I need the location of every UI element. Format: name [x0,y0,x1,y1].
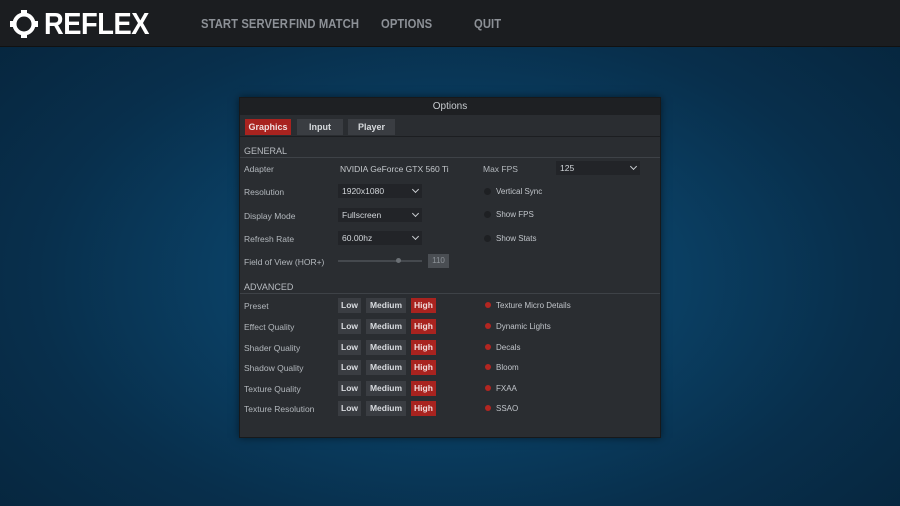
ssao-label: SSAO [496,404,519,413]
display-mode-label: Display Mode [244,211,296,221]
brand-name: REFLEX [44,6,149,41]
max-fps-label: Max FPS [483,164,518,174]
texture-resolution-high-button[interactable]: High [411,401,436,416]
nav-quit[interactable]: QUIT [474,17,501,31]
top-bar: REFLEX START SERVER FIND MATCH OPTIONS Q… [0,0,900,47]
shadow-quality-high-button[interactable]: High [411,360,436,375]
effect-quality-label: Effect Quality [244,322,295,332]
section-general-divider [240,157,660,158]
display-mode-select[interactable]: Fullscreen [338,208,422,222]
bloom-checkbox[interactable] [485,364,491,370]
texture-resolution-low-button[interactable]: Low [338,401,361,416]
ssao-checkbox[interactable] [485,405,491,411]
preset-label: Preset [244,301,269,311]
shadow-quality-medium-button[interactable]: Medium [366,360,406,375]
texture-resolution-medium-button[interactable]: Medium [366,401,406,416]
fov-slider-track[interactable] [338,260,422,262]
texture-micro-details-checkbox[interactable] [485,302,491,308]
effect-quality-high-button[interactable]: High [411,319,436,334]
fov-value-box[interactable]: 110 [428,254,449,268]
max-fps-select[interactable]: 125 [556,161,640,175]
nav-find-match[interactable]: FIND MATCH [289,17,359,31]
options-panel: Options Graphics Input Player GENERAL Ad… [239,97,661,438]
fov-label: Field of View (HOR+) [244,257,325,267]
texture-quality-high-button[interactable]: High [411,381,436,396]
refresh-rate-label: Refresh Rate [244,234,295,244]
texture-quality-label: Texture Quality [244,384,301,394]
effect-quality-medium-button[interactable]: Medium [366,319,406,334]
preset-high-button[interactable]: High [411,298,436,313]
panel-title: Options [240,98,660,115]
texture-resolution-label: Texture Resolution [244,404,315,414]
brand-logo: REFLEX [10,6,163,41]
effect-quality-low-button[interactable]: Low [338,319,361,334]
adapter-value: NVIDIA GeForce GTX 560 Ti [340,164,449,174]
refresh-rate-value: 60.00hz [342,233,373,243]
texture-micro-details-label: Texture Micro Details [496,301,571,310]
refresh-rate-select[interactable]: 60.00hz [338,231,422,245]
section-general-heading: GENERAL [244,146,288,156]
preset-low-button[interactable]: Low [338,298,361,313]
tab-player[interactable]: Player [348,119,395,135]
show-fps-label: Show FPS [496,210,534,219]
section-advanced-divider [240,293,660,294]
chevron-down-icon [411,209,420,218]
shadow-quality-low-button[interactable]: Low [338,360,361,375]
resolution-select[interactable]: 1920x1080 [338,184,422,198]
preset-medium-button[interactable]: Medium [366,298,406,313]
shader-quality-medium-button[interactable]: Medium [366,340,406,355]
section-advanced-heading: ADVANCED [244,282,294,292]
show-stats-checkbox[interactable] [484,235,491,242]
nav-start-server[interactable]: START SERVER [201,17,288,31]
display-mode-value: Fullscreen [342,210,382,220]
chevron-down-icon [411,232,420,241]
shadow-quality-label: Shadow Quality [244,363,304,373]
dynamic-lights-label: Dynamic Lights [496,322,551,331]
tab-graphics[interactable]: Graphics [245,119,291,135]
decals-checkbox[interactable] [485,344,491,350]
nav-options[interactable]: OPTIONS [381,17,432,31]
resolution-label: Resolution [244,187,285,197]
dynamic-lights-checkbox[interactable] [485,323,491,329]
shader-quality-label: Shader Quality [244,343,301,353]
fov-slider-handle[interactable] [395,258,401,263]
adapter-label: Adapter [244,164,274,174]
tabs-divider [240,136,660,137]
decals-label: Decals [496,343,521,352]
shader-quality-low-button[interactable]: Low [338,340,361,355]
show-stats-label: Show Stats [496,234,537,243]
chevron-down-icon [411,185,420,194]
bloom-label: Bloom [496,363,519,372]
texture-quality-medium-button[interactable]: Medium [366,381,406,396]
tab-input[interactable]: Input [297,119,343,135]
texture-quality-low-button[interactable]: Low [338,381,361,396]
show-fps-checkbox[interactable] [484,211,491,218]
resolution-value: 1920x1080 [342,186,385,196]
fxaa-checkbox[interactable] [485,385,491,391]
max-fps-value: 125 [560,163,575,173]
chevron-down-icon [629,162,638,171]
reflex-ring-logo-icon [10,10,38,38]
shader-quality-high-button[interactable]: High [411,340,436,355]
vertical-sync-checkbox[interactable] [484,188,491,195]
vertical-sync-label: Vertical Sync [496,187,543,196]
fxaa-label: FXAA [496,384,517,393]
